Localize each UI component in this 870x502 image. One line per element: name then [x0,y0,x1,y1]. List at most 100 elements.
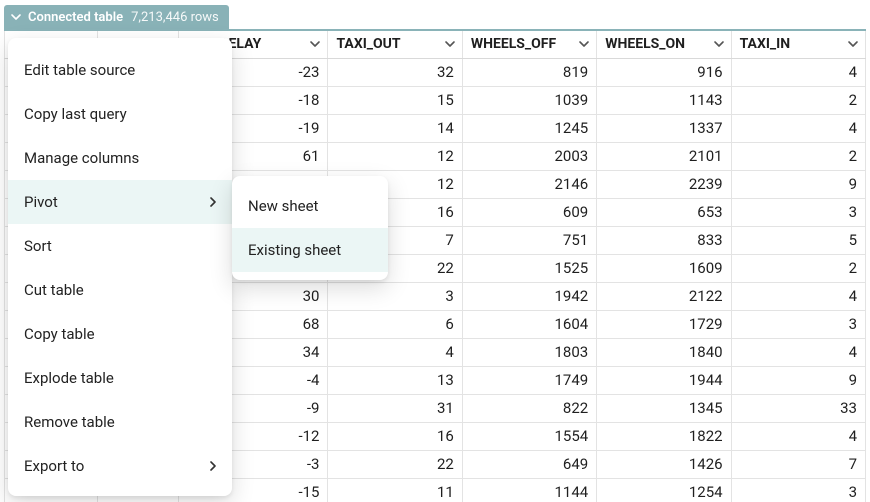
menu-item-label: Pivot [24,193,58,211]
submenu-item-existing-sheet[interactable]: Existing sheet [232,228,388,272]
cell[interactable]: 4 [731,114,865,142]
col-header-label: WHEELS_OFF [471,36,556,52]
col-header-taxi-in[interactable]: TAXI_IN [731,30,865,58]
cell[interactable]: 13 [328,366,462,394]
cell[interactable]: 31 [328,394,462,422]
cell[interactable]: 4 [731,282,865,310]
cell[interactable]: 1803 [462,338,596,366]
cell[interactable]: 2 [731,254,865,282]
cell[interactable]: 1840 [597,338,731,366]
cell[interactable]: 4 [731,58,865,86]
cell[interactable]: 3 [731,478,865,502]
cell[interactable]: 9 [731,366,865,394]
cell[interactable]: 1337 [597,114,731,142]
cell[interactable]: 4 [731,338,865,366]
cell[interactable]: 6 [328,310,462,338]
connected-table-rowcount: 7,213,446 rows [131,10,219,25]
cell[interactable]: 1345 [597,394,731,422]
cell[interactable]: 649 [462,450,596,478]
menu-item-label: Cut table [24,281,84,299]
menu-item-sort[interactable]: Sort [8,224,232,268]
chevron-down-icon [578,38,590,50]
cell[interactable]: 33 [731,394,865,422]
col-header-label: TAXI_IN [740,36,791,52]
cell[interactable]: 9 [731,170,865,198]
cell[interactable]: 22 [328,450,462,478]
menu-item-label: Explode table [24,369,114,387]
menu-item-label: Sort [24,237,52,255]
cell[interactable]: 609 [462,198,596,226]
cell[interactable]: 2 [731,86,865,114]
cell[interactable]: 1609 [597,254,731,282]
cell[interactable]: 12 [328,142,462,170]
col-header-label: TAXI_OUT [336,36,400,52]
cell[interactable]: 1039 [462,86,596,114]
cell[interactable]: 1749 [462,366,596,394]
cell[interactable]: 2003 [462,142,596,170]
menu-item-pivot[interactable]: Pivot [8,180,232,224]
cell[interactable]: 653 [597,198,731,226]
cell[interactable]: 1554 [462,422,596,450]
cell[interactable]: 3 [328,282,462,310]
pivot-submenu: New sheet Existing sheet [232,176,388,280]
chevron-down-icon [713,38,725,50]
menu-item-explode-table[interactable]: Explode table [8,356,232,400]
cell[interactable]: 819 [462,58,596,86]
chevron-right-icon [208,197,218,207]
chevron-down-icon [847,38,859,50]
col-header-wheels-off[interactable]: WHEELS_OFF [462,30,596,58]
chevron-down-icon [10,11,22,23]
chevron-down-icon [444,38,456,50]
cell[interactable]: 2101 [597,142,731,170]
cell[interactable]: 1143 [597,86,731,114]
cell[interactable]: 1822 [597,422,731,450]
cell[interactable]: 916 [597,58,731,86]
cell[interactable]: 2 [731,142,865,170]
menu-item-label: Existing sheet [248,241,341,259]
cell[interactable]: 751 [462,226,596,254]
cell[interactable]: 15 [328,86,462,114]
cell[interactable]: 1525 [462,254,596,282]
cell[interactable]: 32 [328,58,462,86]
cell[interactable]: 14 [328,114,462,142]
cell[interactable]: 1144 [462,478,596,502]
menu-item-manage-columns[interactable]: Manage columns [8,136,232,180]
cell[interactable]: 11 [328,478,462,502]
cell[interactable]: 1944 [597,366,731,394]
cell[interactable]: 833 [597,226,731,254]
cell[interactable]: 4 [731,422,865,450]
menu-item-label: Edit table source [24,61,135,79]
cell[interactable]: 1942 [462,282,596,310]
menu-item-export-to[interactable]: Export to [8,444,232,488]
menu-item-remove-table[interactable]: Remove table [8,400,232,444]
chevron-right-icon [208,461,218,471]
col-header-wheels-on[interactable]: WHEELS_ON [597,30,731,58]
cell[interactable]: 4 [328,338,462,366]
cell[interactable]: 822 [462,394,596,422]
cell[interactable]: 5 [731,226,865,254]
cell[interactable]: 3 [731,310,865,338]
cell[interactable]: 2239 [597,170,731,198]
menu-item-label: Copy table [24,325,95,343]
submenu-item-new-sheet[interactable]: New sheet [232,184,388,228]
cell[interactable]: 7 [731,450,865,478]
connected-table-header[interactable]: Connected table 7,213,446 rows [4,5,229,29]
cell[interactable]: 1245 [462,114,596,142]
cell[interactable]: 1729 [597,310,731,338]
cell[interactable]: 2146 [462,170,596,198]
col-header-taxi-out[interactable]: TAXI_OUT [328,30,462,58]
cell[interactable]: 3 [731,198,865,226]
menu-item-edit-table-source[interactable]: Edit table source [8,48,232,92]
menu-item-copy-last-query[interactable]: Copy last query [8,92,232,136]
cell[interactable]: 1426 [597,450,731,478]
connected-table-title: Connected table [28,10,123,25]
cell[interactable]: 1254 [597,478,731,502]
cell[interactable]: 1604 [462,310,596,338]
menu-item-label: Copy last query [24,105,127,123]
menu-item-cut-table[interactable]: Cut table [8,268,232,312]
menu-item-label: Manage columns [24,149,139,167]
menu-item-label: New sheet [248,197,318,215]
cell[interactable]: 16 [328,422,462,450]
cell[interactable]: 2122 [597,282,731,310]
menu-item-copy-table[interactable]: Copy table [8,312,232,356]
